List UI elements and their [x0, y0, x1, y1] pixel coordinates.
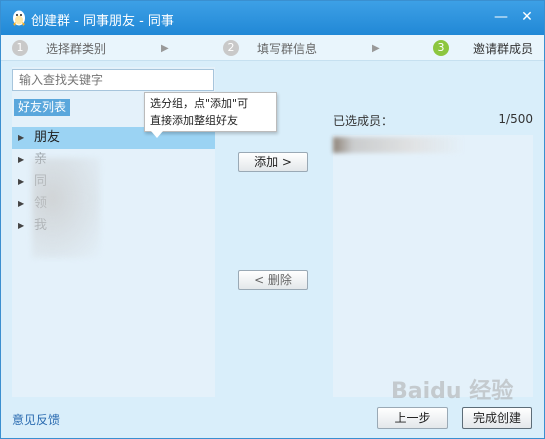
search-input[interactable] — [12, 69, 214, 91]
step-1-label: 选择群类别 — [46, 41, 107, 56]
privacy-blur — [32, 158, 100, 258]
close-button[interactable]: ✕ — [519, 9, 535, 25]
expand-triangle-icon: ▶ — [18, 221, 25, 230]
group-label: 朋友 — [34, 130, 61, 145]
selected-members-label: 已选成员： — [333, 114, 394, 128]
delete-button[interactable]: < 删除 — [238, 270, 308, 290]
window-title: 创建群 - 同事朋友 - 同事 — [31, 14, 174, 29]
tooltip-hint: 选分组，点"添加"可 直接添加整组好友 — [144, 92, 277, 138]
expand-triangle-icon: ▶ — [18, 199, 25, 208]
title-bar[interactable]: 创建群 - 同事朋友 - 同事 — ✕ — [1, 1, 544, 35]
step-3-number: 3 — [433, 40, 449, 56]
step-2-number: 2 — [223, 40, 239, 56]
minimize-button[interactable]: — — [493, 9, 509, 25]
step-3: 3 邀请群成员 — [433, 39, 533, 57]
feedback-link[interactable]: 意见反馈 — [12, 411, 60, 428]
add-button[interactable]: 添加 > — [238, 152, 308, 172]
tab-friend-list[interactable]: 好友列表 — [14, 99, 71, 116]
tooltip-line-1: 选分组，点"添加"可 — [150, 97, 249, 110]
selected-members-count: 1/500 — [498, 112, 533, 126]
step-1-number: 1 — [12, 40, 28, 56]
step-arrow-2-icon: ▶ — [372, 42, 380, 54]
expand-triangle-icon: ▶ — [18, 133, 25, 142]
baidu-watermark: Baidu 经验 — [391, 379, 514, 404]
create-group-window: 创建群 - 同事朋友 - 同事 — ✕ 1 选择群类别 ▶ 2 填写群信息 ▶ … — [0, 0, 545, 439]
step-arrow-1-icon: ▶ — [161, 42, 169, 54]
step-2-label: 填写群信息 — [257, 41, 318, 56]
tooltip-line-2: 直接添加整组好友 — [150, 114, 238, 127]
penguin-logo-icon — [13, 10, 25, 26]
selected-member-item[interactable] — [333, 137, 465, 153]
expand-triangle-icon: ▶ — [18, 177, 25, 186]
expand-triangle-icon: ▶ — [18, 155, 25, 164]
step-1: 1 选择群类别 — [12, 39, 106, 57]
step-2: 2 填写群信息 — [223, 39, 317, 57]
step-indicator: 1 选择群类别 ▶ 2 填写群信息 ▶ 3 邀请群成员 — [1, 35, 544, 61]
step-3-label: 邀请群成员 — [473, 41, 534, 56]
selected-members-panel — [333, 135, 533, 397]
